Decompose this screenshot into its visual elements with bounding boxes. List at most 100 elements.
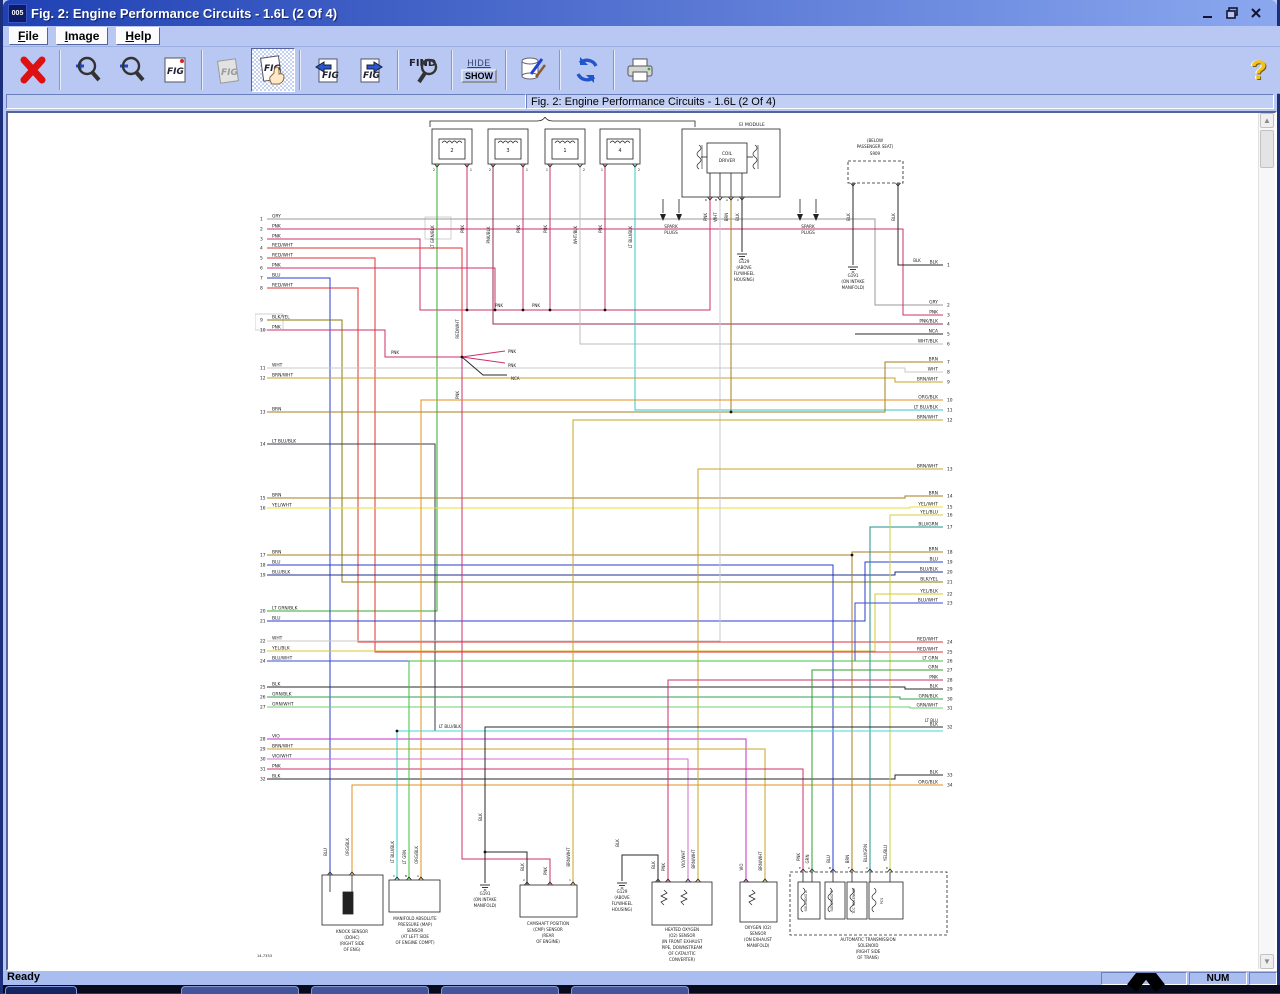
junction-dot xyxy=(604,309,607,312)
title-bar[interactable]: 005 Fig. 2: Engine Performance Circuits … xyxy=(3,0,1277,27)
left-pin-label: BLK xyxy=(272,773,280,779)
spark-plug-arrow xyxy=(813,214,819,221)
diagram-svg[interactable]: 1GRY2PNK3PNK4RED/WHT5RED/WHT6PNK7BLU8RED… xyxy=(255,117,955,962)
right-pin-label: BRN/WHT xyxy=(917,414,938,420)
diagram-label: PCS xyxy=(880,898,884,905)
diagram-label: A xyxy=(808,866,811,870)
diagram-label: F xyxy=(848,866,850,870)
left-pin-label: YEL/BLK xyxy=(271,645,290,651)
right-pin-number: 26 xyxy=(947,659,953,665)
coil-glyph xyxy=(753,145,757,169)
vertical-scrollbar[interactable]: ▲ ▼ xyxy=(1258,113,1275,969)
menu-image[interactable]: Image xyxy=(56,27,109,45)
wire-blk xyxy=(267,775,943,779)
left-pin-label: PNK xyxy=(272,324,281,330)
left-pin-label: BRN/WHT xyxy=(272,743,293,749)
right-pin-number: 18 xyxy=(947,550,953,556)
diagram-label: (ABOVE xyxy=(736,265,752,270)
scroll-down-button[interactable]: ▼ xyxy=(1260,954,1274,969)
junction-dot xyxy=(461,356,464,359)
component-box xyxy=(825,882,845,919)
diagram-label: G191 xyxy=(480,891,491,896)
left-pin-number: 17 xyxy=(260,553,266,559)
scroll-thumb[interactable] xyxy=(1260,130,1274,168)
hide-show-button[interactable]: HIDESHOW xyxy=(457,48,501,92)
diagram-label: COIL xyxy=(722,151,733,157)
wire-pnk xyxy=(605,197,710,310)
diagram-label: (ABOVE xyxy=(614,895,630,900)
figure-title: Fig. 2: Engine Performance Circuits - 1.… xyxy=(526,94,1274,109)
diagram-label: BLK xyxy=(615,839,620,847)
left-pin-label: GRN/BLK xyxy=(272,691,292,697)
left-pin-number: 1 xyxy=(260,217,263,223)
zoom-out-button[interactable] xyxy=(109,48,153,92)
diagram-label: GRN xyxy=(805,855,810,864)
right-pin-label: NCA xyxy=(929,328,938,334)
wire-redwht xyxy=(267,248,462,357)
left-pin-number: 7 xyxy=(260,276,263,282)
left-pin-number: 6 xyxy=(260,266,263,272)
left-pin-number: 28 xyxy=(260,737,266,743)
component-box xyxy=(343,892,353,914)
wire-wht xyxy=(267,368,943,372)
menu-help[interactable]: Help xyxy=(116,27,160,45)
diagram-label: BLK xyxy=(913,258,921,263)
wire-grnblk xyxy=(267,697,943,699)
next-figure-button[interactable]: FIG xyxy=(349,48,393,92)
diagram-label: LT GRN xyxy=(402,850,407,864)
left-pin-label: LT BLU/BLK xyxy=(272,438,296,444)
diagram-label: HEATED OXYGEN xyxy=(665,927,699,932)
wire-blk xyxy=(898,183,943,265)
right-pin-label: GRY xyxy=(929,299,938,305)
help-button[interactable]: ? xyxy=(1251,55,1268,86)
diagram-label: HOUSING) xyxy=(734,277,755,282)
wire-vio xyxy=(267,739,746,882)
right-pin-label: BRN/WHT xyxy=(917,463,938,469)
component-box xyxy=(790,872,947,935)
component-box xyxy=(707,143,747,173)
right-pin-label: YEL/BLU xyxy=(919,509,938,515)
right-pin-label: WHT xyxy=(928,366,939,372)
print-button[interactable] xyxy=(619,48,663,92)
diagram-label: 2 xyxy=(489,168,491,172)
left-pin-label: LT GRN/BLK xyxy=(272,605,298,611)
left-pin-number: 18 xyxy=(260,563,266,569)
markup-button[interactable] xyxy=(511,48,555,92)
figure-list-button-disabled[interactable]: FIG xyxy=(207,48,251,92)
left-pin-label: GRY xyxy=(272,213,281,219)
diagram-viewport[interactable]: 1GRY2PNK3PNK4RED/WHT5RED/WHT6PNK7BLU8RED… xyxy=(6,111,1277,971)
right-pin-number: 32 xyxy=(947,725,953,731)
diagram-label: MANIFOLD) xyxy=(474,903,497,908)
restore-button[interactable] xyxy=(1225,6,1239,20)
left-pin-number: 26 xyxy=(260,695,266,701)
previous-figure-button[interactable]: FIG xyxy=(305,48,349,92)
left-pin-label: PNK xyxy=(272,262,281,268)
scroll-up-button[interactable]: ▲ xyxy=(1260,113,1274,128)
diagram-label: PNK xyxy=(508,363,516,368)
diagram-label: PNK xyxy=(455,391,460,399)
minimize-button[interactable] xyxy=(1201,6,1215,20)
diagram-label: OF ENG) xyxy=(344,947,361,952)
find-button[interactable]: FIND xyxy=(403,48,447,92)
refresh-button[interactable] xyxy=(565,48,609,92)
diagram-label: PNK xyxy=(796,853,801,861)
figure-pan-button-active[interactable]: FIG xyxy=(251,48,295,92)
left-pin-number: 15 xyxy=(260,496,266,502)
figure-window-button[interactable]: FIG xyxy=(153,48,197,92)
wire-blk xyxy=(267,687,943,689)
menu-file[interactable]: File xyxy=(9,27,48,45)
diagram-label: C xyxy=(393,874,395,878)
zoom-in-button[interactable] xyxy=(65,48,109,92)
left-pin-number: 30 xyxy=(260,757,266,763)
diagram-label: ORG/BLK xyxy=(414,846,419,864)
right-pin-label: BLK/YEL xyxy=(920,576,938,582)
left-pin-label: GRN/WHT xyxy=(272,701,294,707)
close-button[interactable] xyxy=(1249,6,1263,20)
resistor-glyph xyxy=(681,890,687,905)
app-icon[interactable]: 005 xyxy=(8,4,27,23)
close-figure-button[interactable] xyxy=(11,48,55,92)
left-pin-number: 21 xyxy=(260,619,266,625)
diagram-label: G129 xyxy=(739,259,750,264)
wire-ltblublk_dk xyxy=(267,444,435,731)
left-pin-label: VIO/WHT xyxy=(272,753,292,759)
